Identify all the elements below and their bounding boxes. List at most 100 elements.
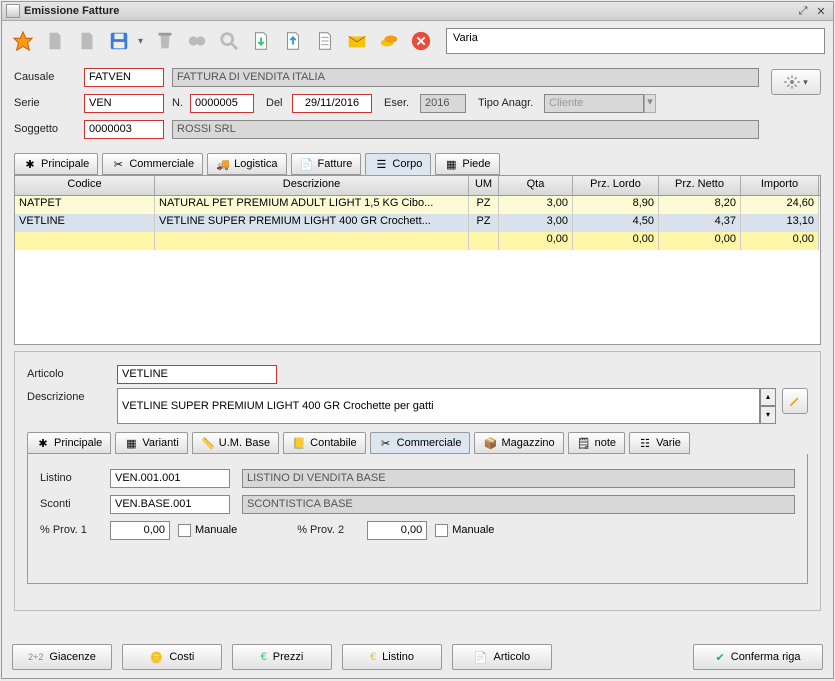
toolbar: ▾ Varia (2, 21, 833, 61)
doc-prev-button[interactable] (42, 28, 68, 54)
export-button[interactable] (280, 28, 306, 54)
search-button[interactable] (216, 28, 242, 54)
prov2-input[interactable] (367, 521, 427, 540)
new-star-button[interactable] (10, 28, 36, 54)
dtab-contabile[interactable]: 📒Contabile (283, 432, 365, 454)
tab-logistica[interactable]: 🚚Logistica (207, 153, 286, 175)
detail-tabs: ✱Principale ▦Varianti 📏U.M. Base 📒Contab… (27, 432, 808, 454)
cell-codice: VETLINE (15, 214, 155, 232)
star-icon: ✱ (23, 157, 37, 171)
listino-input[interactable] (110, 469, 230, 488)
giacenze-button[interactable]: 2+2Giacenze (12, 644, 112, 670)
table-row[interactable]: VETLINEVETLINE SUPER PREMIUM LIGHT 400 G… (15, 214, 820, 232)
euro-icon: € (261, 651, 267, 663)
descrizione-input[interactable] (117, 388, 760, 424)
settings-button[interactable]: ▾ (771, 69, 821, 95)
tab-corpo[interactable]: ☰Corpo (365, 153, 431, 175)
close-button[interactable] (408, 28, 434, 54)
save-button[interactable] (106, 28, 132, 54)
col-netto[interactable]: Prz. Netto (659, 176, 741, 195)
edit-desc-button[interactable] (782, 388, 808, 414)
chevron-up-icon[interactable]: ▴ (760, 388, 776, 406)
doc-next-button[interactable] (74, 28, 100, 54)
eser-input (420, 94, 466, 113)
col-codice[interactable]: Codice (15, 176, 155, 195)
cell-netto: 8,20 (659, 196, 741, 214)
del-input[interactable] (292, 94, 372, 113)
col-descrizione[interactable]: Descrizione (155, 176, 469, 195)
link-button[interactable] (184, 28, 210, 54)
prov1-input[interactable] (110, 521, 170, 540)
tipo-dropdown-icon: ▾ (644, 94, 656, 113)
ledger-icon: 📒 (292, 436, 306, 450)
chevron-down-icon[interactable]: ▾ (760, 406, 776, 424)
desc-spinner[interactable]: ▴▾ (760, 388, 776, 424)
tab-piede[interactable]: ▦Piede (435, 153, 499, 175)
list-button[interactable] (312, 28, 338, 54)
soggetto-label: Soggetto (14, 123, 84, 135)
lines-grid[interactable]: Codice Descrizione UM Qta Prz. Lordo Prz… (14, 175, 821, 345)
tab-principale[interactable]: ✱Principale (14, 153, 98, 175)
body-icon: ☰ (374, 157, 388, 171)
dtab-um[interactable]: 📏U.M. Base (192, 432, 279, 454)
window-title: Emissione Fatture (24, 5, 793, 17)
grid-icon: ▦ (124, 436, 138, 450)
minimize-icon[interactable]: ⤢ (795, 4, 811, 18)
conferma-button[interactable]: ✔Conferma riga (693, 644, 823, 670)
dtab-commerciale[interactable]: ✂Commerciale (370, 432, 471, 454)
truck-icon: 🚚 (216, 157, 230, 171)
col-importo[interactable]: Importo (741, 176, 819, 195)
cell-desc: NATURAL PET PREMIUM ADULT LIGHT 1,5 KG C… (155, 196, 469, 214)
dtab-magazzino[interactable]: 📦Magazzino (474, 432, 563, 454)
table-row[interactable]: NATPETNATURAL PET PREMIUM ADULT LIGHT 1,… (15, 196, 820, 214)
n-label: N. (172, 97, 190, 109)
main-tabs: ✱Principale ✂Commerciale 🚚Logistica 📄Fat… (2, 151, 833, 175)
serie-input[interactable] (84, 94, 164, 113)
cell-lordo: 8,90 (573, 196, 659, 214)
dtab-varie[interactable]: ☷Varie (629, 432, 690, 454)
cell-lordo: 4,50 (573, 214, 659, 232)
manuale2-checkbox[interactable] (435, 524, 448, 537)
varia-input[interactable]: Varia (446, 28, 825, 54)
causale-desc (172, 68, 759, 87)
articolo-button[interactable]: 📄Articolo (452, 644, 552, 670)
dtab-note[interactable]: 🗒note (568, 432, 625, 454)
grid-body: NATPETNATURAL PET PREMIUM ADULT LIGHT 1,… (15, 196, 820, 250)
tab-fatture[interactable]: 📄Fatture (291, 153, 362, 175)
listino-button[interactable]: €Listino (342, 644, 442, 670)
descrizione-label: Descrizione (27, 388, 117, 403)
invoice-icon: 📄 (300, 157, 314, 171)
costi-button[interactable]: 🪙Costi (122, 644, 222, 670)
delete-button[interactable] (152, 28, 178, 54)
causale-label: Causale (14, 71, 84, 83)
soggetto-input[interactable] (84, 120, 164, 139)
close-icon[interactable]: ✕ (813, 4, 829, 18)
dtab-varianti[interactable]: ▦Varianti (115, 432, 187, 454)
cell-netto: 4,37 (659, 214, 741, 232)
money-button[interactable] (376, 28, 402, 54)
cell-codice (15, 232, 155, 250)
table-row[interactable]: 0,000,000,000,00 (15, 232, 820, 250)
col-qta[interactable]: Qta (499, 176, 573, 195)
main-window: Emissione Fatture ⤢ ✕ ▾ Varia Causale (1, 1, 834, 679)
save-dropdown-icon[interactable]: ▾ (138, 36, 146, 47)
import-button[interactable] (248, 28, 274, 54)
sconti-input[interactable] (110, 495, 230, 514)
cell-codice: NATPET (15, 196, 155, 214)
numero-input[interactable] (190, 94, 254, 113)
dtab-principale[interactable]: ✱Principale (27, 432, 111, 454)
tab-commerciale[interactable]: ✂Commerciale (102, 153, 203, 175)
eser-label: Eser. (384, 97, 420, 109)
mail-button[interactable] (344, 28, 370, 54)
causale-input[interactable] (84, 68, 164, 87)
col-um[interactable]: UM (469, 176, 499, 195)
articolo-input[interactable] (117, 365, 277, 384)
manuale1-checkbox[interactable] (178, 524, 191, 537)
del-label: Del (266, 97, 292, 109)
box-icon: 📦 (483, 436, 497, 450)
prezzi-button[interactable]: €Prezzi (232, 644, 332, 670)
tools-icon: ✂ (111, 157, 125, 171)
col-lordo[interactable]: Prz. Lordo (573, 176, 659, 195)
tipo-select (544, 94, 644, 113)
articolo-label: Articolo (27, 368, 117, 380)
